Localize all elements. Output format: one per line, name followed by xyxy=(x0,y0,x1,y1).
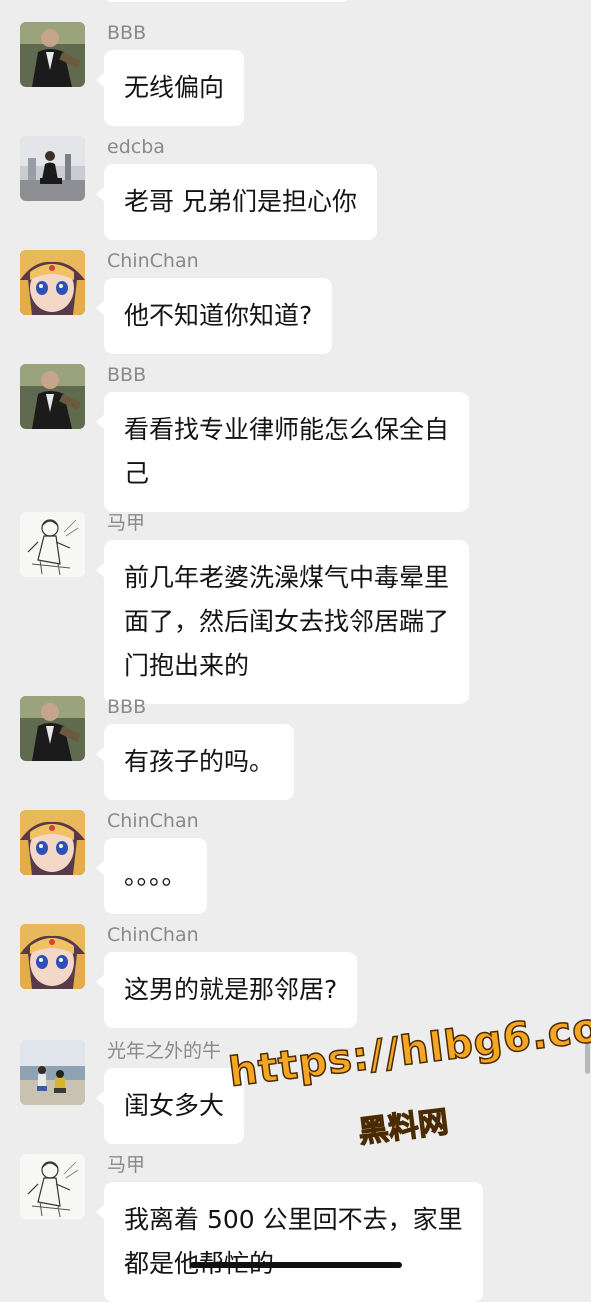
children-by-lake-icon xyxy=(20,1040,85,1105)
message-text-line: 他不知道你知道? xyxy=(124,301,313,330)
sender-name: edcba xyxy=(107,136,165,158)
avatar-guangnian[interactable] xyxy=(20,1040,85,1105)
message-bubble[interactable]: 闺女多大 xyxy=(95,1068,245,1144)
man-in-suit-icon xyxy=(20,22,85,87)
home-indicator xyxy=(190,1262,402,1268)
message-text-line: 有孩子的吗。 xyxy=(124,747,275,776)
message-text-line: 己 xyxy=(124,459,150,488)
message-text-line: 我离着 500 公里回不去，家里 xyxy=(124,1205,463,1234)
message-text-line: 闺女多大 xyxy=(124,1091,225,1120)
anime-girl-icon xyxy=(20,250,85,315)
message-bubble[interactable]: 无线偏向 xyxy=(95,50,245,126)
anime-girl-icon xyxy=(20,810,85,875)
avatar-chinchan[interactable] xyxy=(20,924,85,989)
sender-name: BBB xyxy=(107,696,147,718)
message-text-line: 面了，然后闺女去找邻居踹了 xyxy=(124,607,450,636)
scrollbar-thumb[interactable] xyxy=(585,1040,590,1074)
message-bubble[interactable]: 老哥 兄弟们是担心你 xyxy=(96,164,377,240)
sketch-drawing-icon xyxy=(20,1154,85,1219)
message-text-line: 无线偏向 xyxy=(124,73,225,102)
sender-name: ChinChan xyxy=(107,924,199,946)
message-text-line: 这男的就是那邻居? xyxy=(124,975,338,1004)
man-sitting-rooftop-icon xyxy=(20,136,85,201)
chat-message-list[interactable]: BBB 无线偏向 edcba 老哥 兄弟们是担心你 ChinChan 他不知道你… xyxy=(0,0,591,1302)
message-bubble[interactable]: 有孩子的吗。 xyxy=(95,724,295,800)
avatar-bbb[interactable] xyxy=(20,22,85,87)
sender-name: BBB xyxy=(107,22,147,44)
avatar-bbb[interactable] xyxy=(20,696,85,761)
message-text-line: 。。。。 xyxy=(124,861,187,890)
sender-name: ChinChan xyxy=(107,810,199,832)
avatar-chinchan[interactable] xyxy=(20,250,85,315)
anime-girl-icon xyxy=(20,924,85,989)
message-bubble[interactable]: 这男的就是那邻居? xyxy=(95,952,358,1028)
previous-message-bubble xyxy=(104,0,350,2)
avatar-bbb[interactable] xyxy=(20,364,85,429)
message-text-line: 看看找专业律师能怎么保全自 xyxy=(124,415,450,444)
avatar-majia[interactable] xyxy=(20,1154,85,1219)
sender-name: BBB xyxy=(107,364,147,386)
message-bubble[interactable]: 前几年老婆洗澡煤气中毒晕里 面了，然后闺女去找邻居踹了 门抱出来的 xyxy=(95,540,470,704)
message-bubble[interactable]: 。。。。 xyxy=(96,838,207,914)
sketch-drawing-icon xyxy=(20,512,85,577)
sender-name: ChinChan xyxy=(107,250,199,272)
avatar-majia[interactable] xyxy=(20,512,85,577)
avatar-chinchan[interactable] xyxy=(20,810,85,875)
man-in-suit-icon xyxy=(20,696,85,761)
message-text-line: 前几年老婆洗澡煤气中毒晕里 xyxy=(124,563,450,592)
avatar-edcba[interactable] xyxy=(20,136,85,201)
message-text-line: 门抱出来的 xyxy=(124,651,250,680)
message-bubble[interactable]: 看看找专业律师能怎么保全自 己 xyxy=(95,392,470,512)
message-text-line: 老哥 兄弟们是担心你 xyxy=(124,187,357,216)
sender-name: 光年之外的牛 xyxy=(107,1040,222,1062)
message-bubble[interactable]: 他不知道你知道? xyxy=(95,278,333,354)
sender-name: 马甲 xyxy=(107,1154,146,1176)
sender-name: 马甲 xyxy=(107,512,146,534)
man-in-suit-icon xyxy=(20,364,85,429)
message-bubble[interactable]: 我离着 500 公里回不去，家里 都是他帮忙的 xyxy=(96,1182,483,1302)
